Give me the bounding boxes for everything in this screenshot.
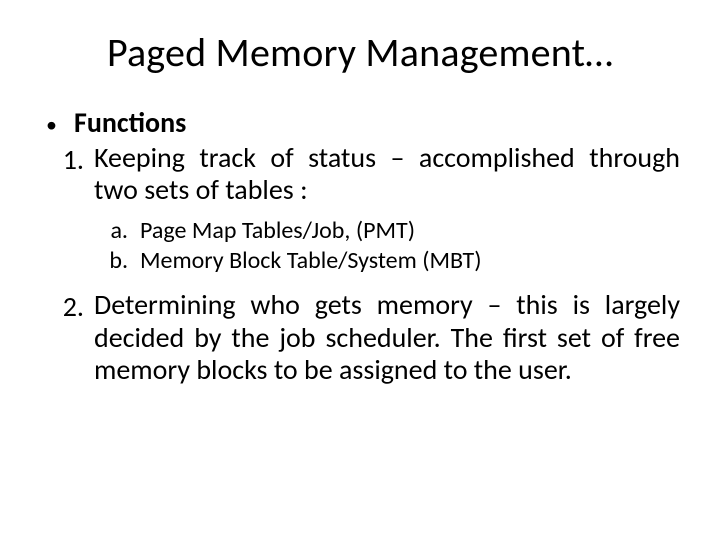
list-text: Keeping track of status – accomplished t… — [94, 142, 680, 206]
list-marker: 1. — [40, 142, 94, 177]
sublist-marker: a. — [40, 216, 140, 245]
bullet-label: Functions — [74, 105, 186, 140]
list-item-2: 2. Determining who gets memory – this is… — [40, 289, 680, 386]
sublist-text: Page Map Tables/Job, (PMT) — [140, 216, 680, 245]
bullet-dot-icon: • — [40, 111, 74, 139]
sublist-marker: b. — [40, 246, 140, 275]
list-text: Determining who gets memory – this is la… — [94, 289, 680, 386]
sublist-item-b: b. Memory Block Table/System (MBT) — [40, 246, 680, 275]
sublist-item-a: a. Page Map Tables/Job, (PMT) — [40, 216, 680, 245]
sublist: a. Page Map Tables/Job, (PMT) b. Memory … — [40, 216, 680, 275]
list-item-1: 1. Keeping track of status – accomplishe… — [40, 142, 680, 206]
slide: Paged Memory Management… • Functions 1. … — [0, 0, 720, 540]
sublist-text: Memory Block Table/System (MBT) — [140, 246, 680, 275]
list-marker: 2. — [40, 289, 94, 324]
bullet-functions: • Functions — [40, 105, 680, 140]
slide-title: Paged Memory Management… — [40, 28, 680, 77]
